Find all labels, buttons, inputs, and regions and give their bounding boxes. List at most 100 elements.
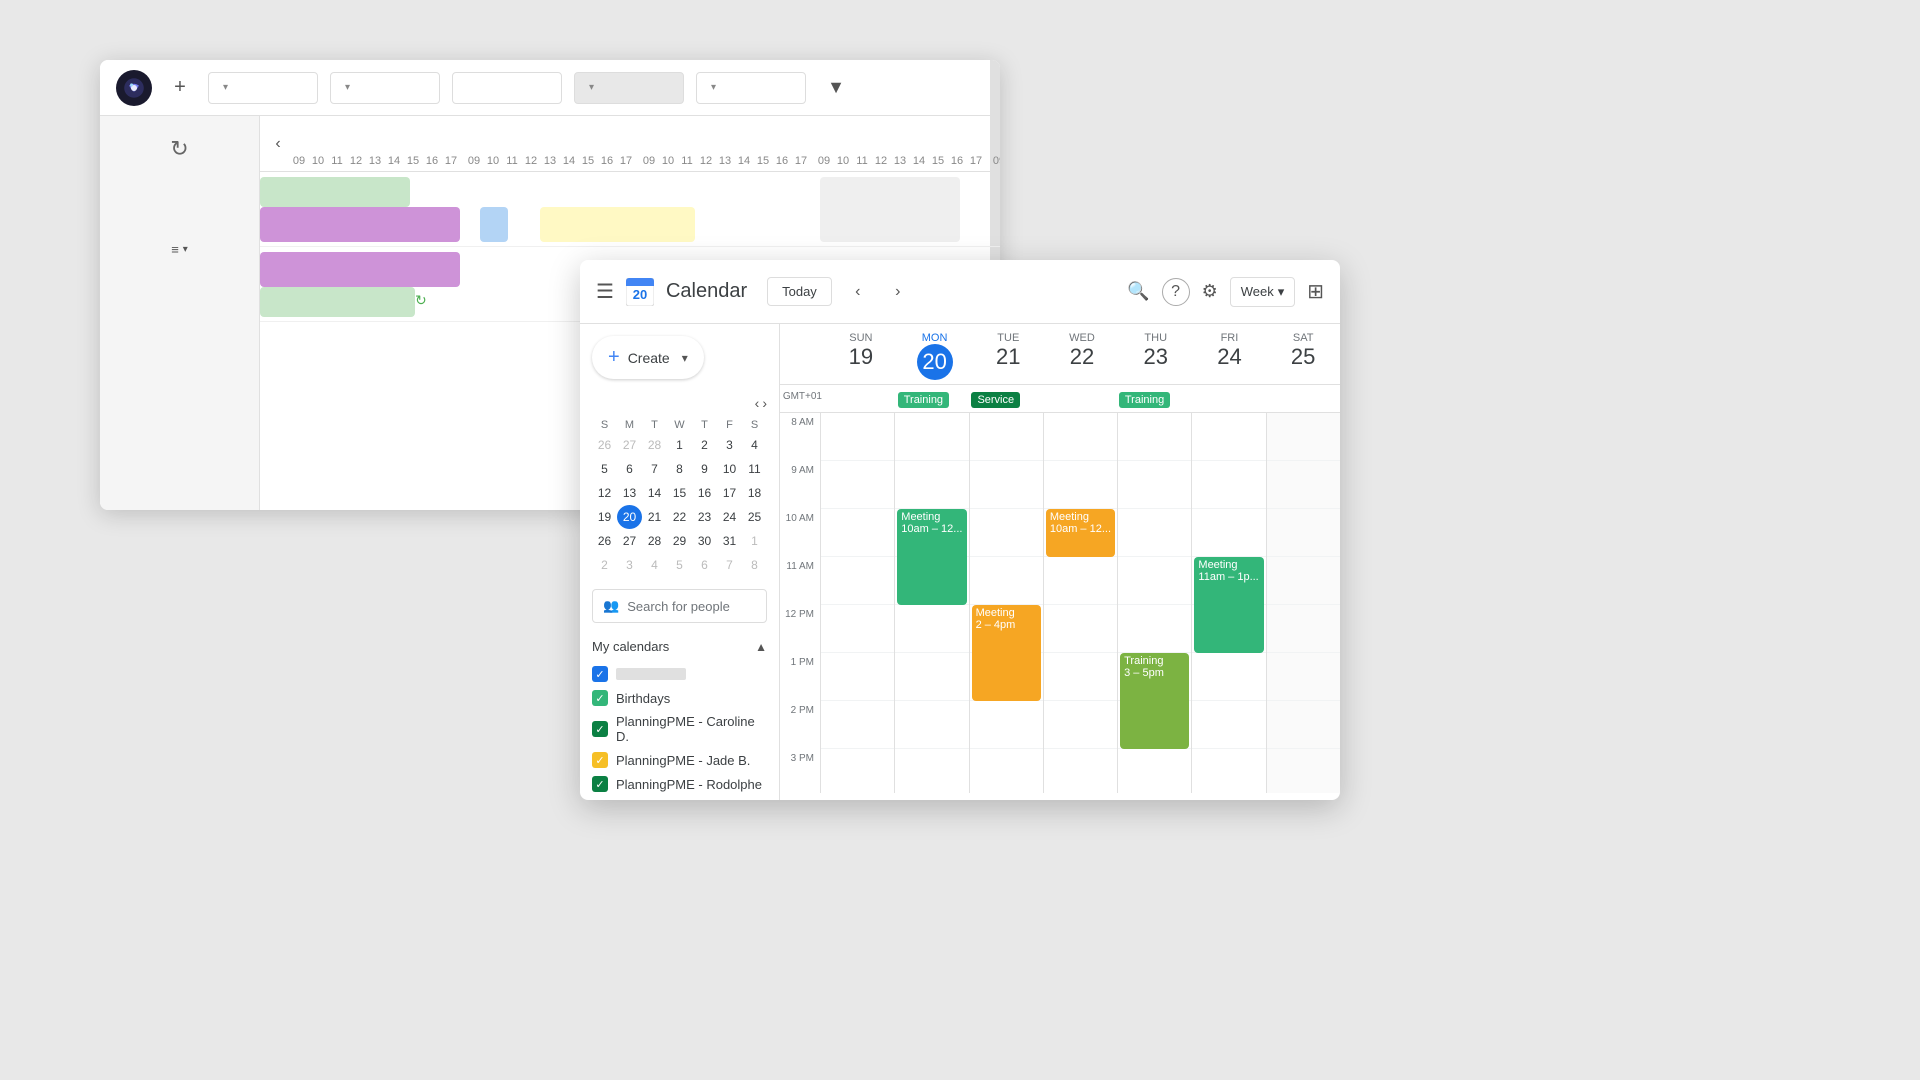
hour-cell[interactable] xyxy=(1267,557,1340,605)
gantt-bar-green-light-top[interactable] xyxy=(260,177,410,207)
hour-cell[interactable] xyxy=(1044,653,1117,701)
mini-cal-day[interactable]: 1 xyxy=(742,529,767,553)
mini-cal-prev[interactable]: ‹ xyxy=(755,395,760,411)
mini-cal-day[interactable]: 22 xyxy=(667,505,692,529)
event-meeting-tue-2pm[interactable]: Meeting 2 – 4pm xyxy=(972,605,1041,701)
mini-cal-day[interactable]: 3 xyxy=(717,433,742,457)
mini-cal-day[interactable]: 28 xyxy=(642,433,667,457)
hour-cell[interactable] xyxy=(1044,749,1117,793)
hour-cell[interactable] xyxy=(1118,509,1191,557)
week-next-button[interactable]: › xyxy=(884,278,912,306)
menu-icon[interactable]: ☰ xyxy=(596,279,614,304)
create-button[interactable]: + Create ▾ xyxy=(592,336,704,379)
hour-cell[interactable] xyxy=(821,701,894,749)
mini-cal-day[interactable]: 10 xyxy=(717,457,742,481)
mini-cal-day[interactable]: 2 xyxy=(692,433,717,457)
search-people-input[interactable]: 👥 Search for people xyxy=(592,589,767,623)
refresh-icon-2[interactable]: ↻ xyxy=(415,292,427,309)
hour-cell[interactable] xyxy=(1118,749,1191,793)
calendar-item-rodolphe[interactable]: ✓ PlanningPME - Rodolphe xyxy=(592,772,767,796)
apps-grid-icon[interactable]: ⊞ xyxy=(1307,279,1324,304)
mini-cal-day[interactable]: 2 xyxy=(592,553,617,577)
hour-cell[interactable] xyxy=(1267,701,1340,749)
hour-cell[interactable] xyxy=(1192,461,1265,509)
hour-cell[interactable] xyxy=(1044,461,1117,509)
dropdown-5[interactable]: ▾ xyxy=(696,72,806,104)
hour-cell[interactable] xyxy=(821,509,894,557)
hour-cell[interactable] xyxy=(1267,653,1340,701)
calendar-checkbox-personal[interactable]: ✓ xyxy=(592,666,608,682)
mini-cal-day[interactable]: 18 xyxy=(742,481,767,505)
mini-cal-day[interactable]: 29 xyxy=(667,529,692,553)
event-training-thu[interactable]: Training 3 – 5pm xyxy=(1120,653,1189,749)
mini-cal-day[interactable]: 14 xyxy=(642,481,667,505)
add-button[interactable]: + xyxy=(164,72,196,104)
gantt-bar-yellow[interactable] xyxy=(540,207,695,242)
allday-event-training-thu[interactable]: Training xyxy=(1119,392,1170,408)
mini-cal-day[interactable]: 3 xyxy=(617,553,642,577)
calendar-item-jade[interactable]: ✓ PlanningPME - Jade B. xyxy=(592,748,767,772)
hour-cell[interactable] xyxy=(1118,413,1191,461)
allday-cell-mon[interactable]: Training xyxy=(898,390,972,408)
view-dropdown[interactable]: Week ▾ xyxy=(1230,277,1296,307)
mini-cal-day[interactable]: 13 xyxy=(617,481,642,505)
hour-cell[interactable] xyxy=(821,461,894,509)
mini-cal-day[interactable]: 7 xyxy=(642,457,667,481)
hour-cell[interactable] xyxy=(895,701,968,749)
mini-cal-day[interactable]: 8 xyxy=(742,553,767,577)
hour-cell[interactable] xyxy=(1267,461,1340,509)
mini-cal-day[interactable]: 23 xyxy=(692,505,717,529)
sort-button[interactable]: ≡ ▾ xyxy=(163,238,196,261)
mini-cal-day[interactable]: 25 xyxy=(742,505,767,529)
hour-cell[interactable] xyxy=(895,749,968,793)
mini-cal-day[interactable]: 16 xyxy=(692,481,717,505)
hour-cell[interactable] xyxy=(1044,701,1117,749)
allday-cell-tue[interactable]: Service xyxy=(971,390,1045,408)
mini-cal-day[interactable]: 17 xyxy=(717,481,742,505)
calendar-checkbox-birthdays[interactable]: ✓ xyxy=(592,690,608,706)
mini-cal-today[interactable]: 20 xyxy=(617,505,642,529)
gantt-back-btn[interactable]: ‹ xyxy=(264,130,292,158)
mini-cal-day[interactable]: 8 xyxy=(667,457,692,481)
gantt-bar-green-2[interactable] xyxy=(260,287,415,317)
mini-cal-day[interactable]: 11 xyxy=(742,457,767,481)
hour-cell[interactable] xyxy=(1192,509,1265,557)
mini-cal-day[interactable]: 26 xyxy=(592,529,617,553)
mini-cal-day[interactable]: 31 xyxy=(717,529,742,553)
mini-cal-day[interactable]: 24 xyxy=(717,505,742,529)
calendar-item-personal[interactable]: ✓ xyxy=(592,662,767,686)
hour-cell[interactable] xyxy=(1192,413,1265,461)
event-meeting-mon[interactable]: Meeting 10am – 12... xyxy=(897,509,966,605)
mini-cal-day[interactable]: 5 xyxy=(667,553,692,577)
hour-cell[interactable] xyxy=(1267,749,1340,793)
calendar-checkbox-caroline[interactable]: ✓ xyxy=(592,721,608,737)
hour-cell[interactable] xyxy=(1044,557,1117,605)
hour-cell[interactable] xyxy=(1192,653,1265,701)
mini-cal-day[interactable]: 27 xyxy=(617,529,642,553)
mini-cal-day[interactable]: 30 xyxy=(692,529,717,553)
gantt-bar-purple-2[interactable] xyxy=(260,252,460,287)
week-prev-button[interactable]: ‹ xyxy=(844,278,872,306)
hour-cell[interactable] xyxy=(1267,605,1340,653)
mini-cal-day[interactable]: 4 xyxy=(742,433,767,457)
allday-cell-thu[interactable]: Training xyxy=(1119,390,1193,408)
hour-cell[interactable] xyxy=(895,653,968,701)
mini-cal-day[interactable]: 26 xyxy=(592,433,617,457)
hour-cell[interactable] xyxy=(1267,413,1340,461)
hour-cell[interactable] xyxy=(821,605,894,653)
calendar-item-birthdays[interactable]: ✓ Birthdays xyxy=(592,686,767,710)
hour-cell[interactable] xyxy=(970,701,1043,749)
allday-event-service[interactable]: Service xyxy=(971,392,1020,408)
hour-cell[interactable] xyxy=(970,749,1043,793)
mini-cal-day[interactable]: 1 xyxy=(667,433,692,457)
mini-cal-day[interactable]: 7 xyxy=(717,553,742,577)
hour-cell[interactable] xyxy=(895,461,968,509)
calendar-checkbox-jade[interactable]: ✓ xyxy=(592,752,608,768)
mini-cal-day[interactable]: 9 xyxy=(692,457,717,481)
search-icon[interactable]: 🔍 xyxy=(1127,281,1149,302)
hour-cell[interactable] xyxy=(895,413,968,461)
dropdown-2[interactable]: ▾ xyxy=(330,72,440,104)
hour-cell[interactable] xyxy=(821,557,894,605)
gantt-bar-purple[interactable] xyxy=(260,207,460,242)
hour-cell[interactable] xyxy=(1044,605,1117,653)
